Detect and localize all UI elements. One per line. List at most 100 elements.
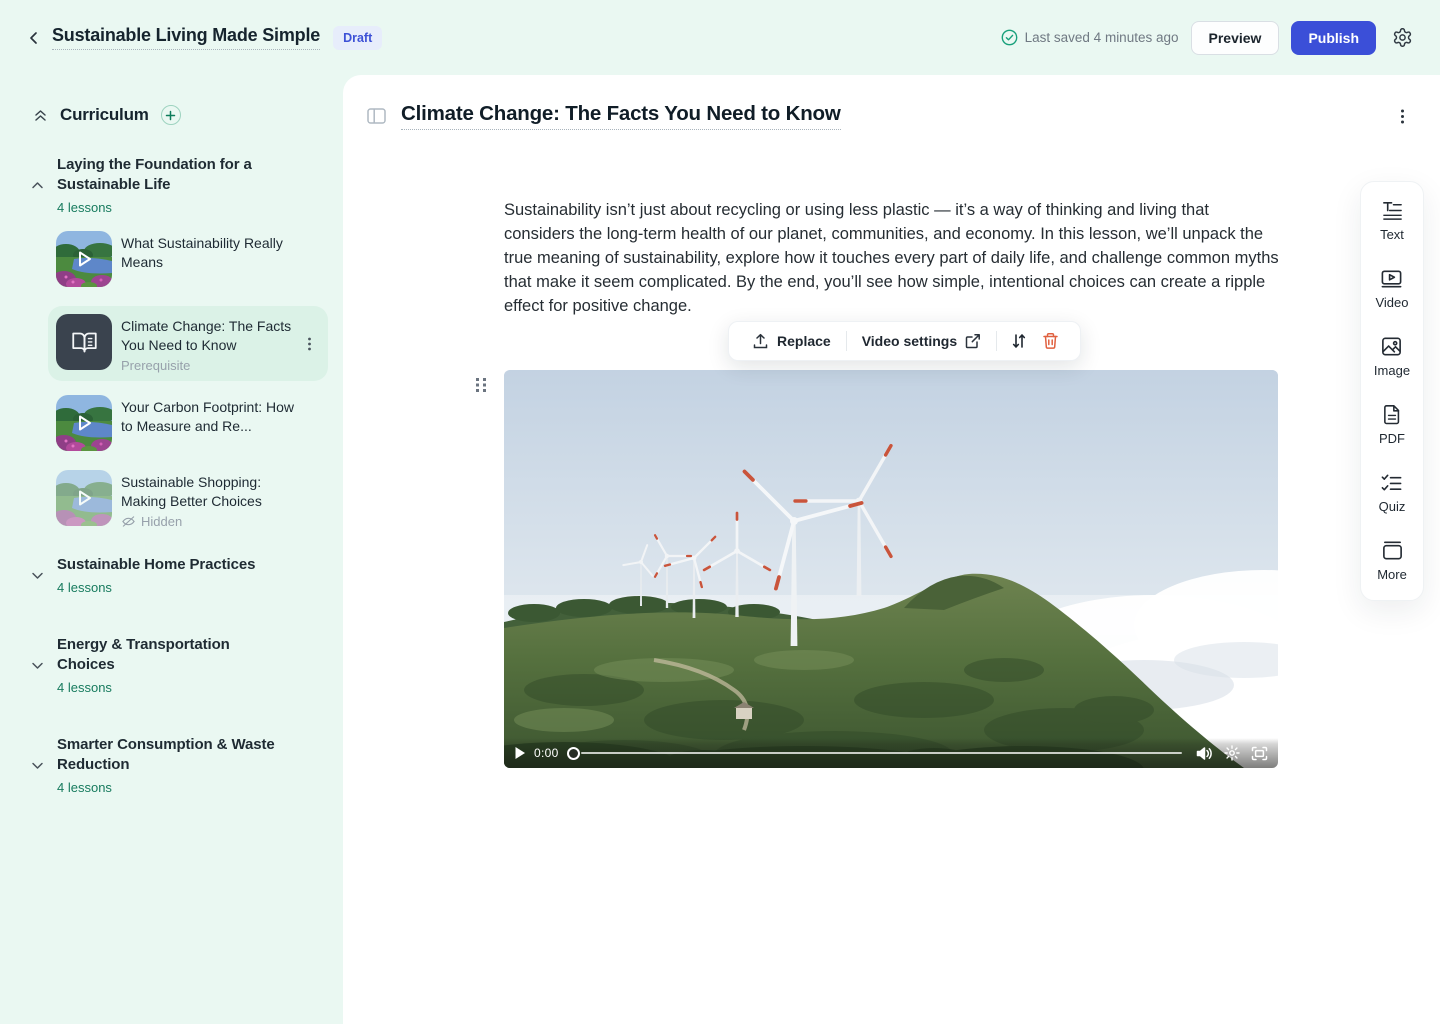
divider [996,331,997,351]
chevron-down-icon [30,568,45,583]
section-title: Smarter Consumption & Waste Reduction [57,735,287,775]
lesson-item-climate-change[interactable]: Climate Change: The Facts You Need to Kn… [48,306,328,381]
tool-label: More [1377,567,1407,582]
save-status: Last saved 4 minutes ago [1001,29,1179,46]
lesson-title: Climate Change: The Facts You Need to Kn… [121,317,305,354]
reorder-block-button[interactable] [1003,321,1035,361]
lesson-thumbnail-video [56,231,112,287]
insert-more-button[interactable]: More [1377,539,1407,582]
pdf-document-icon [1381,403,1403,426]
chevrons-up-icon [32,107,49,124]
curriculum-section: Laying the Foundation for a Sustainable … [16,155,327,529]
insert-text-button[interactable]: Text [1380,199,1404,242]
play-icon [73,412,95,434]
replace-label: Replace [777,333,831,349]
video-control-bar: 0:00 [504,738,1278,768]
publish-button[interactable]: Publish [1291,21,1376,55]
upload-icon [752,333,769,350]
top-bar: Sustainable Living Made Simple Draft Las… [0,0,1440,75]
lesson-item-carbon-footprint[interactable]: Your Carbon Footprint: How to Measure an… [56,395,327,451]
external-link-icon [965,333,981,349]
lesson-editor: Climate Change: The Facts You Need to Kn… [343,75,1440,1024]
video-player[interactable]: 0:00 [504,370,1278,768]
video-settings-gear-button[interactable] [1224,745,1240,761]
add-section-button[interactable] [161,105,181,125]
section-header-foundation[interactable]: Laying the Foundation for a Sustainable … [30,155,327,215]
chevron-down-icon [30,758,45,773]
video-settings-button[interactable]: Video settings [853,321,990,361]
kebab-icon [303,336,316,351]
collapse-all-button[interactable] [30,105,50,125]
lesson-page-title[interactable]: Climate Change: The Facts You Need to Kn… [401,102,841,130]
insert-quiz-button[interactable]: Quiz [1379,471,1406,514]
plus-icon [165,110,176,121]
lesson-title: What Sustainability Really Means [121,234,305,271]
quiz-checklist-icon [1380,471,1403,494]
video-progress-bar[interactable] [567,746,1186,760]
lesson-thumbnail-video [56,395,112,451]
tool-label: PDF [1379,431,1405,446]
insert-pdf-button[interactable]: PDF [1379,403,1405,446]
section-title: Laying the Foundation for a Sustainable … [57,155,287,195]
curriculum-section: Smarter Consumption & Waste Reduction 4 … [16,735,327,795]
curriculum-section: Sustainable Home Practices 4 lessons [16,555,327,595]
kebab-icon [1396,108,1409,125]
section-header-energy-transport[interactable]: Energy & Transportation Choices 4 lesson… [30,635,327,695]
lesson-badge: Hidden [141,514,182,529]
lesson-thumbnail-video [56,470,112,526]
fullscreen-icon [1251,746,1268,761]
sidebar-title: Curriculum [60,105,149,125]
grip-dots-icon [474,376,488,394]
status-badge: Draft [333,26,382,50]
toggle-sidebar-button[interactable] [362,102,390,130]
section-lesson-count: 4 lessons [57,580,255,595]
insert-tools-panel: Text Video Image PDF Quiz More [1360,181,1424,601]
insert-image-button[interactable]: Image [1374,335,1410,378]
lesson-text-block[interactable]: Sustainability isn’t just about recyclin… [504,198,1282,318]
chevron-left-icon [26,30,42,46]
video-frame-wind-turbines [504,370,1278,768]
fullscreen-button[interactable] [1251,746,1268,761]
divider [846,331,847,351]
replace-button[interactable]: Replace [743,321,840,361]
section-header-home-practices[interactable]: Sustainable Home Practices 4 lessons [30,555,327,595]
progress-track [581,752,1182,754]
tool-label: Text [1380,227,1404,242]
settings-button[interactable] [1388,24,1416,52]
block-drag-handle[interactable] [474,376,488,394]
video-icon [1380,267,1403,290]
image-icon [1380,335,1403,358]
section-lesson-count: 4 lessons [57,680,287,695]
play-icon [73,248,95,270]
lesson-thumbnail-reading [56,314,112,370]
text-icon [1381,199,1404,222]
save-status-text: Last saved 4 minutes ago [1025,30,1179,45]
section-header-consumption-waste[interactable]: Smarter Consumption & Waste Reduction 4 … [30,735,327,795]
eye-off-icon [121,515,136,528]
lesson-item-sustainable-shopping[interactable]: Sustainable Shopping: Making Better Choi… [56,470,327,529]
course-title[interactable]: Sustainable Living Made Simple [52,25,320,50]
lesson-menu-button[interactable] [303,336,316,351]
delete-block-button[interactable] [1035,321,1066,361]
lesson-title: Your Carbon Footprint: How to Measure an… [121,398,305,435]
course-editor-page: Sustainable Living Made Simple Draft Las… [0,0,1440,1024]
trash-icon [1042,332,1059,350]
panel-left-icon [367,108,386,124]
tool-label: Quiz [1379,499,1406,514]
play-icon [73,487,95,509]
video-settings-label: Video settings [862,333,957,349]
gear-icon [1224,745,1240,761]
play-button[interactable] [514,746,526,760]
section-title: Sustainable Home Practices [57,555,255,575]
book-open-icon [71,329,98,356]
video-timestamp: 0:00 [534,746,559,760]
back-button[interactable] [20,24,48,52]
lesson-item-what-sustainability[interactable]: What Sustainability Really Means [56,231,327,287]
preview-button[interactable]: Preview [1191,21,1280,55]
lesson-badge: Prerequisite [121,358,305,373]
volume-button[interactable] [1196,746,1213,761]
tool-label: Video [1375,295,1408,310]
progress-scrubber[interactable] [567,747,580,760]
lesson-menu-button[interactable] [1388,102,1416,130]
insert-video-button[interactable]: Video [1375,267,1408,310]
